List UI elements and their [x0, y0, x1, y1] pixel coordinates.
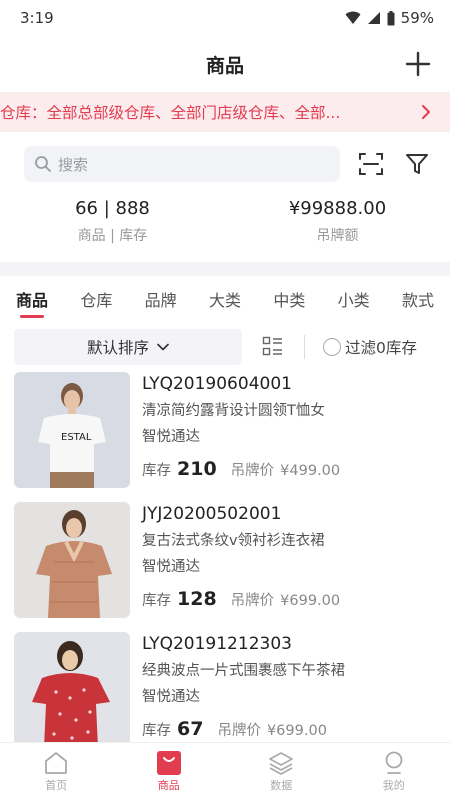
stat-count-value: 66 | 888: [75, 198, 150, 219]
stock-label: 库存: [142, 593, 171, 609]
stock-value: 128: [177, 588, 217, 610]
product-image: ESTAL: [14, 372, 130, 488]
stat-count-label: 商品 | 库存: [77, 228, 148, 244]
product-info: JYJ20200502001 复古法式条纹v领衬衫连衣裙 智悦通达 库存 128…: [142, 502, 340, 632]
search-row: 搜索: [0, 138, 450, 190]
chevron-right-icon: [414, 100, 438, 124]
nav-profile-label: 我的: [382, 778, 405, 792]
product-item[interactable]: JYJ20200502001 复古法式条纹v领衬衫连衣裙 智悦通达 库存 128…: [0, 502, 450, 632]
tag-price-label: 吊牌价: [217, 723, 261, 739]
warehouse-selector[interactable]: 仓库：全部总部级仓库、全部门店级仓库、全部...: [0, 92, 450, 132]
tab-warehouse[interactable]: 仓库: [70, 276, 122, 322]
product-item[interactable]: LYQ20191212303 经典波点一片式围裹感下午茶裙 智悦通达 库存 67…: [0, 632, 450, 742]
summary-stats: 66 | 888 商品 | 库存 ¥99888.00 吊牌额: [0, 190, 450, 262]
status-time: 3:19: [20, 9, 54, 27]
battery-percent: 59%: [400, 9, 434, 27]
price-row: 库存 67 吊牌价 ¥699.00: [142, 718, 345, 740]
status-bar: 3:19 59%: [0, 0, 450, 36]
stock-value: 67: [177, 718, 204, 740]
search-input[interactable]: 搜索: [24, 146, 340, 182]
nav-home-label: 首页: [45, 778, 68, 792]
app-header: 商品: [0, 36, 450, 92]
product-brand: 智悦通达: [142, 429, 200, 445]
nav-products-label: 商品: [157, 778, 180, 792]
tag-price-value: ¥699.00: [266, 723, 327, 739]
zero-stock-filter[interactable]: 过滤0库存: [323, 336, 417, 358]
product-name: 复古法式条纹v领衬衫连衣裙: [142, 533, 325, 549]
stock-label: 库存: [142, 463, 171, 479]
divider: [304, 335, 305, 359]
nav-profile[interactable]: 我的: [338, 743, 450, 800]
tab-product[interactable]: 商品: [6, 276, 58, 322]
nav-products[interactable]: 商品: [113, 743, 226, 800]
bottom-nav: 首页 商品 数据 我的: [0, 742, 450, 800]
shopping-bag-icon: [156, 750, 181, 775]
radio-icon: [323, 338, 341, 356]
product-info: LYQ20191212303 经典波点一片式围裹感下午茶裙 智悦通达 库存 67…: [142, 632, 345, 742]
wifi-icon: [345, 11, 361, 24]
svg-text:ESTAL: ESTAL: [61, 432, 92, 443]
profile-icon: [385, 751, 403, 774]
tab-brand[interactable]: 品牌: [135, 276, 187, 322]
sort-row: 默认排序 过滤0库存: [0, 324, 450, 370]
product-item[interactable]: ESTAL LYQ20190604001 清凉简约露背设计圆领T恤女 智悦通达 …: [0, 372, 450, 502]
product-code: LYQ20191212303: [142, 634, 292, 654]
battery-icon: [387, 10, 395, 25]
search-placeholder: 搜索: [58, 155, 89, 174]
warehouse-label: 仓库：全部总部级仓库、全部门店级仓库、全部...: [0, 104, 341, 122]
product-list: ESTAL LYQ20190604001 清凉简约露背设计圆领T恤女 智悦通达 …: [0, 372, 450, 742]
nav-data-label: 数据: [270, 778, 293, 792]
status-icons: 59%: [345, 9, 434, 27]
sort-dropdown[interactable]: 默认排序: [14, 329, 242, 365]
price-row: 库存 210 吊牌价 ¥499.00: [142, 458, 340, 480]
stat-tag-value: ¥99888.00: [288, 198, 387, 219]
tag-price-value: ¥499.00: [280, 463, 341, 479]
scan-icon[interactable]: [358, 151, 384, 177]
tab-minor-category[interactable]: 小类: [328, 276, 380, 322]
home-icon: [45, 751, 68, 774]
product-brand: 智悦通达: [142, 689, 200, 705]
tag-price-value: ¥699.00: [280, 593, 341, 609]
filter-icon[interactable]: [404, 151, 430, 177]
signal-icon: [367, 12, 380, 24]
section-divider: [0, 262, 450, 276]
tag-price-label: 吊牌价: [230, 463, 275, 479]
price-row: 库存 128 吊牌价 ¥699.00: [142, 588, 340, 610]
product-image: [14, 502, 130, 618]
zero-stock-label: 过滤0库存: [345, 339, 417, 357]
product-brand: 智悦通达: [142, 559, 200, 575]
tab-mid-category[interactable]: 中类: [263, 276, 315, 322]
nav-data[interactable]: 数据: [225, 743, 338, 800]
product-name: 经典波点一片式围裹感下午茶裙: [142, 663, 345, 679]
product-code: JYJ20200502001: [142, 504, 282, 524]
tab-style[interactable]: 款式: [392, 276, 444, 322]
add-icon[interactable]: [404, 50, 432, 78]
list-layout-icon[interactable]: [262, 336, 284, 358]
sort-label: 默认排序: [86, 339, 149, 357]
product-image: [14, 632, 130, 742]
stat-count: 66 | 888 商品 | 库存: [0, 198, 225, 262]
stock-label: 库存: [142, 723, 171, 739]
product-info: LYQ20190604001 清凉简约露背设计圆领T恤女 智悦通达 库存 210…: [142, 372, 340, 502]
category-tabs: 商品 仓库 品牌 大类 中类 小类 款式: [0, 276, 450, 322]
chevron-down-icon: [157, 343, 169, 351]
page-title: 商品: [205, 54, 244, 77]
nav-home[interactable]: 首页: [0, 743, 113, 800]
product-name: 清凉简约露背设计圆领T恤女: [142, 403, 325, 419]
stock-value: 210: [177, 458, 217, 480]
product-code: LYQ20190604001: [142, 374, 292, 394]
stat-tag-label: 吊牌额: [316, 228, 359, 244]
tag-price-label: 吊牌价: [230, 593, 275, 609]
search-icon: [35, 156, 51, 172]
tab-major-category[interactable]: 大类: [199, 276, 251, 322]
stat-tag-amount: ¥99888.00 吊牌额: [225, 198, 450, 262]
layers-icon: [269, 751, 294, 775]
